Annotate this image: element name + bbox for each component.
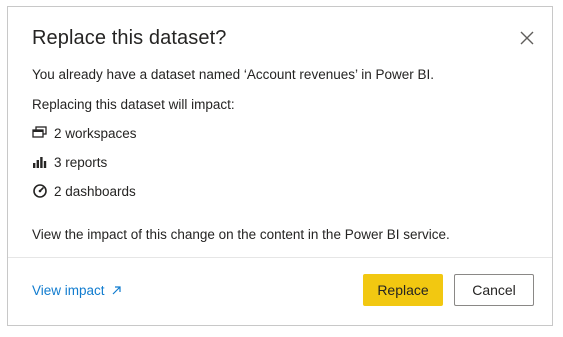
- footer-note: View the impact of this change on the co…: [32, 227, 450, 242]
- dialog-title: Replace this dataset?: [32, 27, 227, 49]
- external-link-icon: [111, 285, 122, 296]
- close-icon: [520, 31, 534, 45]
- close-button[interactable]: [516, 27, 538, 49]
- impact-label: 3 reports: [54, 154, 108, 170]
- replace-button[interactable]: Replace: [363, 274, 443, 306]
- impact-intro: Replacing this dataset will impact:: [32, 97, 235, 112]
- workspaces-icon: [32, 125, 48, 141]
- divider: [8, 257, 552, 258]
- view-impact-link[interactable]: View impact: [32, 283, 122, 298]
- dialog-message: You already have a dataset named ‘Accoun…: [32, 67, 435, 82]
- dashboards-icon: [32, 183, 48, 199]
- impact-label: 2 dashboards: [54, 183, 136, 199]
- cancel-button[interactable]: Cancel: [454, 274, 534, 306]
- impact-item-reports: 3 reports: [32, 154, 107, 170]
- reports-icon: [32, 154, 48, 170]
- impact-item-workspaces: 2 workspaces: [32, 125, 137, 141]
- impact-item-dashboards: 2 dashboards: [32, 183, 136, 199]
- view-impact-label: View impact: [32, 283, 105, 298]
- impact-label: 2 workspaces: [54, 125, 137, 141]
- replace-dataset-dialog: Replace this dataset? You already have a…: [7, 6, 553, 326]
